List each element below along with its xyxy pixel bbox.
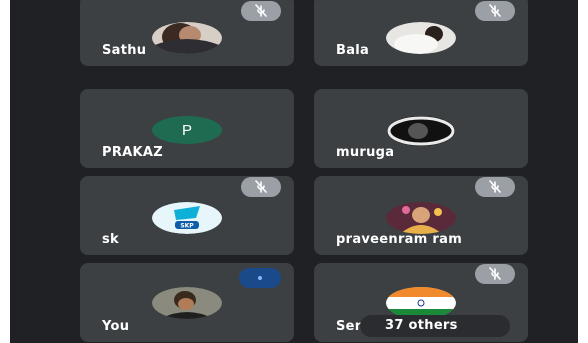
svg-text:SKP: SKP	[180, 223, 194, 230]
mic-off-icon	[241, 177, 281, 197]
others-count-label: 37 others	[385, 318, 458, 333]
avatar	[386, 115, 456, 147]
others-participants-button[interactable]: 37 others	[360, 315, 510, 337]
letter-avatar: P	[152, 116, 222, 144]
meeting-grid: Sathu Bala P PRAKAZ muruga SKP sk pravee…	[10, 0, 578, 343]
participant-name: PRAKAZ	[102, 145, 163, 160]
avatar	[386, 22, 456, 54]
mic-off-icon	[475, 177, 515, 197]
participant-name: muruga	[336, 145, 395, 160]
participant-tile-sen[interactable]: Sen 37 others	[314, 263, 528, 342]
participant-name: Sathu	[102, 43, 147, 58]
participant-name: You	[102, 319, 130, 334]
logo-avatar: SKP	[152, 202, 222, 234]
avatar	[152, 287, 222, 319]
participant-tile-bala[interactable]: Bala	[314, 0, 528, 66]
mic-off-icon	[241, 1, 281, 21]
avatar	[386, 202, 456, 234]
participant-tile-you[interactable]: You	[80, 263, 294, 342]
participant-tile-sk[interactable]: SKP sk	[80, 176, 294, 255]
participant-tile-sathu[interactable]: Sathu	[80, 0, 294, 66]
avatar	[152, 22, 222, 54]
mic-off-icon	[475, 264, 515, 284]
participant-tile-praveenram[interactable]: praveenram ram	[314, 176, 528, 255]
participant-tile-prakaz[interactable]: P PRAKAZ	[80, 89, 294, 168]
speaking-indicator-icon	[239, 268, 281, 288]
participant-name: sk	[102, 232, 119, 247]
participant-tile-muruga[interactable]: muruga	[314, 89, 528, 168]
mic-off-icon	[475, 1, 515, 21]
participant-name: praveenram ram	[336, 232, 463, 247]
participant-name: Bala	[336, 43, 370, 58]
